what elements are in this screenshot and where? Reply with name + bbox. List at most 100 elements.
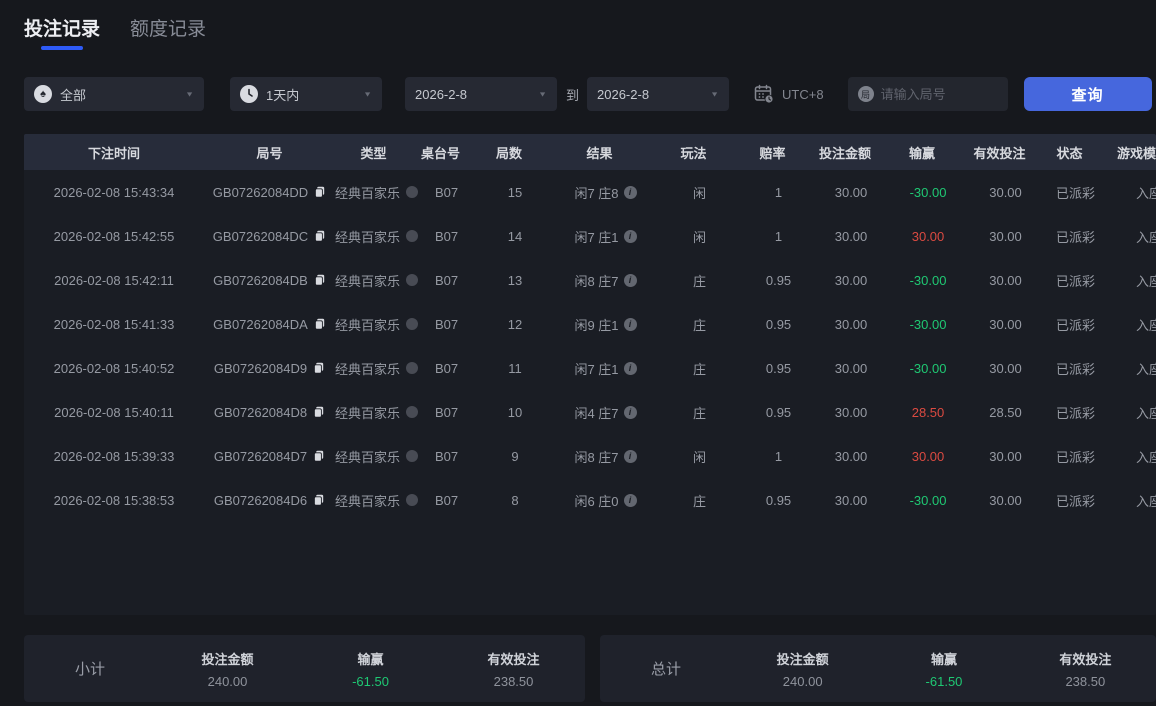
- cell-bet-time: 2026-02-08 15:42:55: [53, 228, 175, 244]
- cell-amount: 30.00: [834, 492, 868, 508]
- header-table-no: 桌台号: [420, 145, 460, 161]
- round-id-text: GB07262084DD: [212, 184, 309, 200]
- date-to-dropdown[interactable]: 2026-2-8 ▼: [587, 77, 730, 111]
- cell-status: 已派彩: [1056, 229, 1096, 245]
- header-bet-amount: 投注金额: [818, 145, 871, 161]
- info-icon[interactable]: i: [623, 405, 637, 419]
- game-type-dropdown[interactable]: ♠ 全部 ▼: [24, 77, 204, 111]
- cell-bet-time: 2026-02-08 15:41:33: [53, 316, 175, 332]
- cell-winloss: -30.00: [888, 273, 968, 288]
- total-card: 总计 投注金额 240.00 输赢 -61.50 有效投注 238.50: [600, 635, 1156, 702]
- copy-icon[interactable]: [313, 494, 325, 506]
- round-id-text: GB07262084DC: [212, 228, 309, 244]
- chevron-down-icon: ▼: [363, 90, 372, 98]
- info-icon[interactable]: i: [623, 229, 637, 243]
- cell-valid-bet: 30.00: [989, 272, 1022, 288]
- cell-valid-bet: 30.00: [989, 360, 1022, 376]
- cell-winloss: 28.50: [888, 405, 968, 420]
- cell-type: 经典百家乐: [335, 315, 419, 334]
- cell-winloss: 30.00: [888, 449, 968, 464]
- cell-result: 闲8 庄7 i: [555, 447, 656, 466]
- winloss-value: -30.00: [909, 316, 947, 332]
- info-icon[interactable]: i: [623, 493, 637, 507]
- table-row: 2026-02-08 15:40:11 GB07262084D8 经典百家乐 B…: [24, 390, 1156, 434]
- tab-quota-records[interactable]: 额度记录: [130, 14, 206, 50]
- summary-section: 小计 投注金额 240.00 输赢 -61.50 有效投注 238.50 总计 …: [24, 635, 1156, 702]
- cell-type: 经典百家乐: [335, 227, 419, 246]
- cell-type: 经典百家乐: [335, 491, 419, 510]
- info-icon[interactable]: i: [623, 317, 637, 331]
- spade-icon: ♠: [34, 85, 52, 103]
- round-number-input[interactable]: [880, 86, 998, 102]
- chevron-down-icon: ▼: [710, 90, 720, 98]
- info-icon[interactable]: i: [623, 185, 637, 199]
- cell-odds: 0.95: [765, 316, 792, 332]
- cell-round-id: GB07262084D8: [204, 405, 335, 420]
- type-text: 经典百家乐: [335, 317, 401, 333]
- filter-bar: ♠ 全部 ▼ 1天内 ▼ 2026-2-8 ▼ 到 2026-2-8 ▼ UTC…: [24, 77, 1156, 111]
- game-type-value: 全部: [60, 87, 87, 103]
- info-icon[interactable]: i: [623, 361, 637, 375]
- winloss-value: 30.00: [911, 448, 945, 464]
- copy-icon[interactable]: [314, 230, 326, 242]
- time-range-dropdown[interactable]: 1天内 ▼: [230, 77, 382, 111]
- info-icon[interactable]: i: [623, 273, 637, 287]
- type-text: 经典百家乐: [335, 493, 401, 509]
- header-status: 状态: [1056, 145, 1083, 161]
- query-button[interactable]: 查询: [1023, 77, 1152, 111]
- copy-icon[interactable]: [314, 318, 326, 330]
- cell-game-mode: 入座: [1136, 273, 1156, 289]
- round-id-text: GB07262084D6: [213, 492, 308, 508]
- cell-winloss: -30.00: [888, 493, 968, 508]
- result-text: 闲8 庄7: [574, 449, 619, 465]
- date-from-dropdown[interactable]: 2026-2-8 ▼: [405, 77, 557, 111]
- copy-icon[interactable]: [314, 186, 326, 198]
- cell-status: 已派彩: [1056, 361, 1096, 377]
- round-id-text: GB07262084D8: [213, 404, 308, 420]
- cell-rounds: 14: [507, 228, 523, 244]
- cell-round-id: GB07262084D9: [204, 361, 335, 376]
- total-valid-bet: 有效投注 238.50: [1059, 651, 1112, 689]
- info-icon[interactable]: i: [623, 449, 637, 463]
- round-id-text: GB07262084D9: [213, 360, 308, 376]
- cell-play: 闲: [693, 229, 707, 245]
- to-label: 到: [566, 87, 580, 103]
- type-text: 经典百家乐: [335, 229, 401, 245]
- tab-bet-records[interactable]: 投注记录: [24, 14, 100, 50]
- table-body: 2026-02-08 15:43:34 GB07262084DD 经典百家乐 B…: [24, 170, 1156, 522]
- cell-bet-time: 2026-02-08 15:42:11: [54, 272, 174, 288]
- winloss-value: -30.00: [909, 360, 947, 376]
- cell-winloss: 30.00: [888, 229, 968, 244]
- cell-result: 闲6 庄0 i: [555, 491, 656, 510]
- copy-icon[interactable]: [314, 274, 326, 286]
- cell-type: 经典百家乐: [335, 359, 419, 378]
- cell-odds: 0.95: [765, 404, 792, 420]
- copy-icon[interactable]: [313, 406, 325, 418]
- cell-rounds: 9: [511, 448, 519, 464]
- timezone-indicator[interactable]: UTC+8: [753, 83, 824, 105]
- copy-icon[interactable]: [313, 450, 325, 462]
- round-badge-icon: 局: [857, 86, 874, 102]
- cell-play: 庄: [693, 361, 707, 377]
- cell-odds: 1: [774, 448, 783, 464]
- cell-rounds: 11: [508, 360, 522, 376]
- cell-game-mode: 入座: [1136, 493, 1156, 509]
- subtotal-winloss: 输赢 -61.50: [352, 651, 389, 689]
- game-logo-icon: [406, 318, 419, 330]
- result-text: 闲7 庄1: [574, 229, 619, 245]
- cell-game-mode: 入座: [1136, 229, 1156, 245]
- cell-table-no: B07: [434, 360, 459, 376]
- type-text: 经典百家乐: [335, 449, 401, 465]
- type-text: 经典百家乐: [335, 361, 401, 377]
- cell-type: 经典百家乐: [335, 403, 419, 422]
- tab-quota-records-label: 额度记录: [130, 19, 207, 40]
- copy-icon[interactable]: [313, 362, 325, 374]
- round-id-text: GB07262084DA: [213, 316, 308, 332]
- cell-result: 闲7 庄8 i: [555, 183, 656, 202]
- game-logo-icon: [406, 494, 419, 506]
- cell-odds: 1: [774, 228, 783, 244]
- table-row: 2026-02-08 15:39:33 GB07262084D7 经典百家乐 B…: [24, 434, 1156, 478]
- header-bet-time: 下注时间: [87, 145, 140, 161]
- type-text: 经典百家乐: [335, 185, 401, 201]
- header-rounds: 局数: [495, 145, 522, 161]
